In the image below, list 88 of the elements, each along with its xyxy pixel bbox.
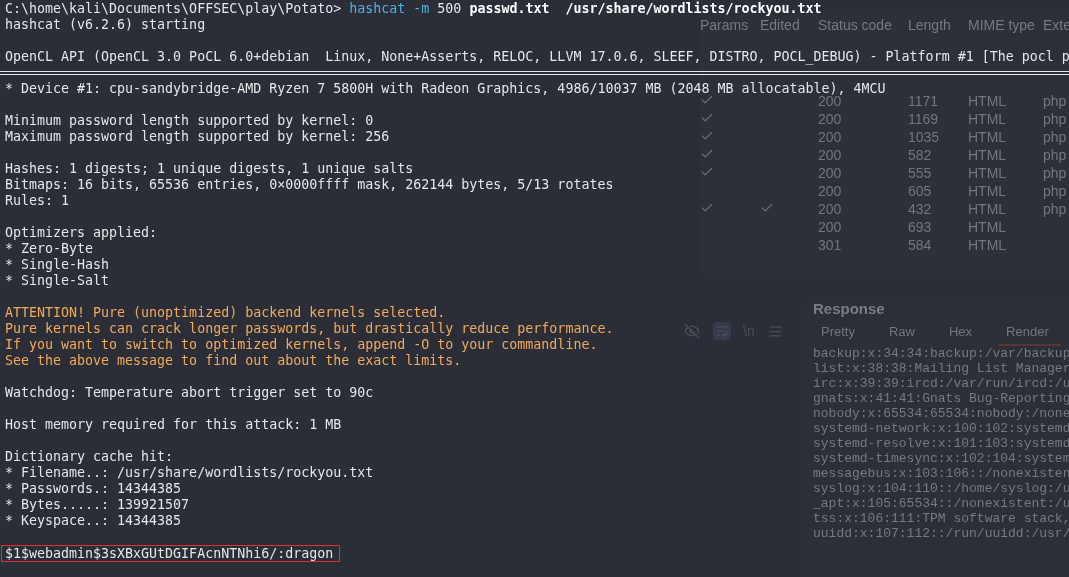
response-line: irc:x:39:39:ircd:/var/run/ircd:/u xyxy=(813,376,1069,391)
command-option: -m xyxy=(413,1,430,16)
table-cell-text: HTML xyxy=(968,111,1008,127)
command-number: 500 xyxy=(437,1,462,16)
terminal-line: * Filename..: /usr/share/wordlists/rockyou.txt xyxy=(5,465,374,480)
table-cell-text: 555 xyxy=(908,165,933,181)
view-tab[interactable]: Hex xyxy=(941,322,985,346)
terminal-line: Hashes: 1 digests; 1 unique digests, 1 unique salts xyxy=(5,161,414,176)
table-cell-text: php xyxy=(1043,93,1068,109)
warning-line: ATTENTION! Pure (unoptimized) backend kernels selected. xyxy=(5,305,446,320)
table-cell-text: 605 xyxy=(908,183,933,199)
table-cell-text: 200 xyxy=(818,183,843,199)
table-cell-text: HTML xyxy=(968,237,1008,253)
terminal-line: Minimum password length supported by kernel: 0 xyxy=(5,113,374,128)
terminal-line: * Bytes.....: 139921507 xyxy=(5,497,190,512)
terminal-line: Bitmaps: 16 bits, 65536 entries, 0×0000ffff mask, 262144 bytes, 5/13 rotates xyxy=(5,177,614,192)
terminal-line: * Zero-Byte xyxy=(5,241,94,256)
table-cell-text: 1169 xyxy=(908,111,940,127)
terminal-line: * Passwords.: 14344385 xyxy=(5,481,182,496)
command-arguments: passwd.txt /usr/share/wordlists/rockyou.txt xyxy=(469,1,822,16)
terminal-line: Watchdog: Temperature abort trigger set to 90c xyxy=(5,385,374,400)
column-header[interactable]: Edited xyxy=(760,17,818,33)
table-cell-text: php xyxy=(1043,147,1068,163)
view-tab[interactable]: Render xyxy=(998,322,1061,346)
table-cell-text: HTML xyxy=(968,147,1008,163)
table-cell-text: 200 xyxy=(818,165,843,181)
table-cell-text: 200 xyxy=(818,111,843,127)
eye-off-icon[interactable] xyxy=(684,323,700,339)
table-cell-text: php xyxy=(1043,165,1068,181)
response-line: systemd-resolve:x:101:103:systemd xyxy=(813,436,1069,451)
warning-line: If you want to switch to optimized kernels, append -O to your commandline. xyxy=(5,337,598,352)
terminal-line: * Device #1: cpu-sandybridge-AMD Ryzen 7 5800H with Radeon Graphics, 4986/10037 MB (2048 MB allocatable), 4MCU xyxy=(5,81,886,96)
column-header[interactable]: Length xyxy=(908,17,968,33)
panel-title: Response xyxy=(813,300,886,319)
response-line: nobody:x:65534:65534:nobody:/none xyxy=(813,406,1069,421)
column-header[interactable]: Params xyxy=(700,17,760,33)
table-cell-text: 1035 xyxy=(908,129,941,145)
warning-line: Pure kernels can crack longer passwords, but drastically reduce performance. xyxy=(5,321,614,336)
table-cell-text: php xyxy=(1043,183,1068,199)
response-line: messagebus:x:103:106::/nonexisten xyxy=(813,466,1069,481)
terminal-line: Rules: 1 xyxy=(5,193,70,208)
terminal-line: OpenCL API (OpenCL 3.0 PoCL 6.0+debian Linux, None+Asserts, RELOC, LLVM 17.0.6, SLEEF, DISTRO, POCL_DEBUG) - Platform #1 [The pocl p xyxy=(5,49,1069,64)
terminal-line: Optimizers applied: xyxy=(5,225,158,240)
table-cell-text: 301 xyxy=(818,237,843,253)
menu-icon[interactable] xyxy=(768,323,784,339)
response-line: uuidd:x:107:112::/run/uuidd:/usr/ xyxy=(813,526,1069,541)
response-line: backup:x:34:34:backup:/var/backup xyxy=(813,346,1069,361)
table-cell-text: 1171 xyxy=(908,93,940,109)
table-cell-text: HTML xyxy=(968,129,1008,145)
table-cell-text: 200 xyxy=(818,201,843,217)
view-tab[interactable]: Pretty xyxy=(813,322,867,346)
column-header[interactable]: Status code xyxy=(818,17,908,33)
table-cell-text: 432 xyxy=(908,201,933,217)
view-tab[interactable]: Raw xyxy=(880,322,927,346)
table-cell-text: HTML xyxy=(968,93,1008,109)
table-cell-text: HTML xyxy=(968,219,1008,235)
response-line: list:x:38:38:Mailing List Manager xyxy=(813,361,1069,376)
terminal-line: * Single-Salt xyxy=(5,273,110,288)
table-cell-text: 200 xyxy=(818,129,843,145)
table-cell-text: HTML xyxy=(968,165,1008,181)
response-line: systemd-network:x:100:102:systemd xyxy=(813,421,1069,436)
table-cell-text: 200 xyxy=(818,219,843,235)
terminal-line: * Keyspace..: 14344385 xyxy=(5,513,182,528)
response-line: _apt:x:105:65534::/nonexistent:/u xyxy=(813,496,1069,511)
table-cell-text: 584 xyxy=(908,237,933,253)
table-cell-text: 693 xyxy=(908,219,933,235)
column-header[interactable]: MIME type xyxy=(968,17,1043,33)
response-line: gnats:x:41:41:Gnats Bug-Reporting xyxy=(813,391,1069,406)
command-name: hashcat xyxy=(349,1,406,16)
table-cell-text: php xyxy=(1043,201,1068,217)
prompt-path: C:\home\kali\Documents\OFFSEC\play\Potato> xyxy=(5,1,342,16)
warning-line: See the above message to find out about the exact limits. xyxy=(5,353,462,368)
terminal-line: Host memory required for this attack: 1 MB xyxy=(5,417,342,432)
terminal-line: Maximum password length supported by kernel: 256 xyxy=(5,129,390,144)
table-cell-text: HTML xyxy=(968,201,1008,217)
table-cell-text: 200 xyxy=(818,147,843,163)
response-line: tss:x:106:111:TPM software stack, xyxy=(813,511,1069,526)
response-line: syslog:x:104:110::/home/syslog:/u xyxy=(813,481,1069,496)
terminal-line: * Single-Hash xyxy=(5,257,110,272)
response-line: systemd-timesync:x:102:104:system xyxy=(813,451,1069,466)
table-cell-text: php xyxy=(1043,129,1068,145)
wrap-toggle[interactable] xyxy=(713,322,731,340)
table-cell-text: HTML xyxy=(968,183,1008,199)
cracked-hash: $1$webadmin$3sXBxGUtDGIFAcnNTNhi6/:dragon xyxy=(1,545,341,562)
table-cell-text: php xyxy=(1043,111,1068,127)
terminal-line: hashcat (v6.2.6) starting xyxy=(5,17,206,32)
terminal-line: Dictionary cache hit: xyxy=(5,449,174,464)
table-cell-text: 582 xyxy=(908,147,933,163)
